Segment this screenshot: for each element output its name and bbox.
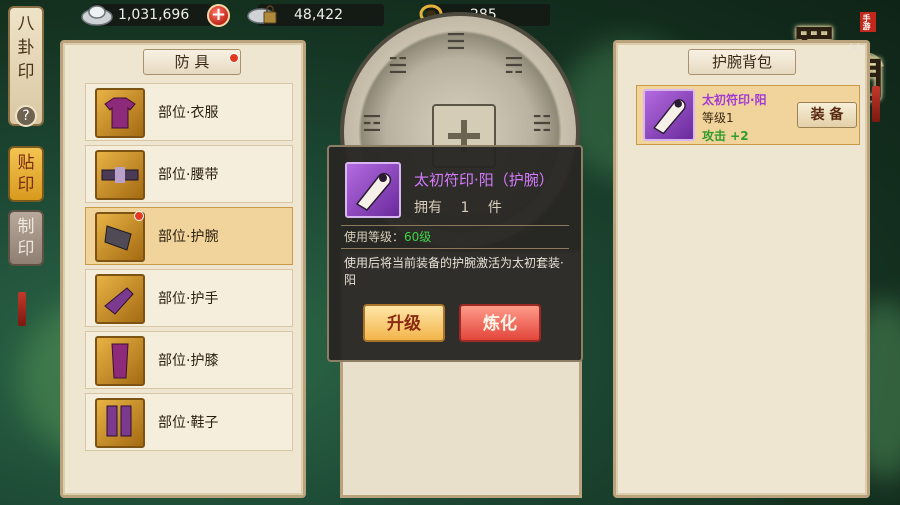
- tooltip-description: 使用后将当前装备的护腕激活为太初套装·阳: [344, 256, 564, 287]
- divider: [341, 225, 569, 226]
- trigram-icon: ☵: [532, 112, 552, 137]
- logo-sub: 手游: [862, 14, 872, 30]
- tooltip-owned: 拥有 1 件: [414, 197, 502, 217]
- notification-dot: [134, 211, 144, 221]
- boots-icon: [95, 398, 145, 448]
- slot-label: 部位·护腕: [158, 229, 219, 245]
- tab-apply-seal-label: 贴 印: [17, 153, 35, 195]
- clothes-icon: [95, 88, 145, 138]
- slot-label: 部位·护膝: [158, 353, 219, 369]
- tab-make-seal[interactable]: 制 印: [8, 210, 44, 266]
- level-label: 使用等级：: [344, 230, 405, 244]
- kneeguard-icon: [95, 336, 145, 386]
- locked-silver-amount: 48,422: [294, 7, 343, 23]
- level-value: 60级: [404, 230, 432, 244]
- upgrade-button[interactable]: 升级: [363, 304, 445, 342]
- slot-row-clothes[interactable]: 部位·衣服: [85, 83, 293, 141]
- locked-silver-counter: 48,422: [247, 4, 384, 26]
- slot-row-belt[interactable]: 部位·腰带: [85, 145, 293, 203]
- add-silver-button[interactable]: +: [207, 4, 230, 27]
- tassel-ornament: [18, 292, 26, 326]
- slot-row-bracer[interactable]: 部位·护腕: [85, 207, 293, 265]
- bag-item-name: 太初符印·阳: [702, 93, 767, 107]
- upgrade-button-label: 升级: [387, 314, 421, 334]
- slot-row-boots[interactable]: 部位·鞋子: [85, 393, 293, 451]
- slot-label: 部位·衣服: [158, 105, 219, 121]
- tab-apply-seal[interactable]: 贴 印: [8, 146, 44, 202]
- silver-amount: 1,031,696: [118, 7, 190, 23]
- divider: [341, 248, 569, 249]
- tooltip-item-name: 太初符印·阳（护腕）: [414, 171, 554, 189]
- silver-counter: 1,031,696: [81, 4, 212, 26]
- bag-item-card[interactable]: 太初符印·阳 等级1 攻击 +2 装 备: [636, 85, 860, 145]
- tassel-ornament: [872, 86, 880, 122]
- armor-panel-title-text: 防 具: [174, 53, 210, 71]
- help-button[interactable]: ?: [15, 105, 37, 127]
- bracer-bag-title[interactable]: 护腕背包: [688, 49, 796, 75]
- tooltip-level: 使用等级：60级: [344, 228, 431, 245]
- slot-row-kneeguard[interactable]: 部位·护膝: [85, 331, 293, 389]
- slot-label: 部位·腰带: [158, 167, 219, 183]
- seal-icon: [643, 89, 695, 141]
- item-tooltip: 太初符印·阳（护腕） 拥有 1 件 使用等级：60级 使用后将当前装备的护腕激活…: [327, 145, 583, 362]
- slot-label: 部位·鞋子: [158, 415, 219, 431]
- trigram-icon: ☰: [446, 30, 466, 55]
- bag-item-attack: 攻击 +2: [702, 129, 749, 143]
- owned-count: 1: [460, 200, 470, 216]
- trigram-icon: ☴: [504, 54, 524, 79]
- gauntlet-icon: [95, 274, 145, 324]
- notification-dot: [229, 53, 239, 63]
- equip-button-label: 装 备: [810, 107, 844, 123]
- smelt-button-label: 炼化: [483, 314, 517, 334]
- equip-button[interactable]: 装 备: [797, 102, 857, 128]
- owned-suffix: 件: [487, 200, 502, 216]
- silver-ingot-icon: [81, 5, 113, 26]
- belt-icon: [95, 150, 145, 200]
- bracer-bag-title-text: 护腕背包: [711, 53, 772, 71]
- close-icon[interactable]: ×: [848, 38, 861, 57]
- trigram-icon: ☱: [388, 54, 408, 79]
- slot-label: 部位·护手: [158, 291, 219, 307]
- trigram-icon: ☲: [362, 112, 382, 137]
- owned-prefix: 拥有: [414, 200, 442, 216]
- help-icon: ?: [22, 108, 30, 124]
- bag-item-level: 等级1: [702, 111, 734, 125]
- tab-bagua-seal-label: 八 卦 印: [17, 14, 35, 82]
- tab-make-seal-label: 制 印: [17, 217, 35, 259]
- bracer-bag-panel: 护腕背包 太初符印·阳 等级1 攻击 +2 装 备: [613, 40, 870, 498]
- slot-row-gauntlet[interactable]: 部位·护手: [85, 269, 293, 327]
- smelt-button[interactable]: 炼化: [459, 304, 541, 342]
- armor-panel-title[interactable]: 防 具: [143, 49, 241, 75]
- seal-icon: [345, 162, 401, 218]
- armor-slot-panel: 防 具 部位·衣服 部位·腰带 部位·护腕 部位·护手 部位·护膝 部位·鞋子: [60, 40, 306, 498]
- locked-silver-icon: [247, 5, 277, 24]
